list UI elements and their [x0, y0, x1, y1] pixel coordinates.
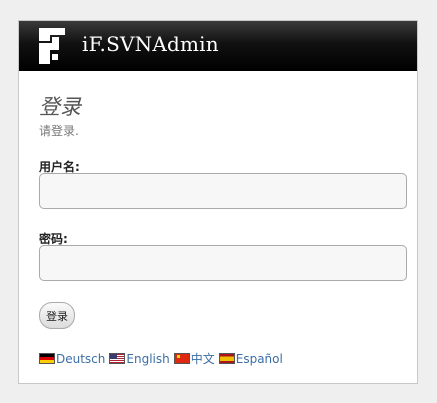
- app-header: iF.SVNAdmin: [19, 21, 417, 71]
- language-link-deutsch[interactable]: Deutsch: [39, 352, 105, 366]
- language-label: Español: [235, 351, 283, 366]
- es-flag-icon: [218, 353, 235, 364]
- page-subtitle: 请登录.: [39, 124, 79, 138]
- de-flag-icon: [39, 353, 55, 364]
- login-button[interactable]: 登录: [39, 302, 75, 329]
- language-label: Deutsch: [56, 351, 106, 366]
- language-link-chinese[interactable]: 中文: [173, 350, 215, 367]
- language-link-english[interactable]: English: [109, 351, 170, 366]
- cn-flag-icon: [173, 353, 190, 364]
- us-flag-icon: [109, 353, 126, 364]
- page-title: 登录: [39, 95, 81, 119]
- language-selector: Deutsch English 中文 Español: [39, 350, 287, 367]
- app-title: iF.SVNAdmin: [82, 32, 219, 56]
- username-input[interactable]: [39, 173, 407, 209]
- password-input[interactable]: [39, 245, 407, 281]
- language-label: 中文: [190, 352, 215, 366]
- login-panel: iF.SVNAdmin 登录 请登录. 用户名: 密码: 登录 Deutsch …: [18, 20, 418, 384]
- language-label: English: [126, 351, 170, 366]
- language-link-espanol[interactable]: Español: [218, 351, 283, 366]
- svnadmin-logo-icon: [39, 28, 65, 64]
